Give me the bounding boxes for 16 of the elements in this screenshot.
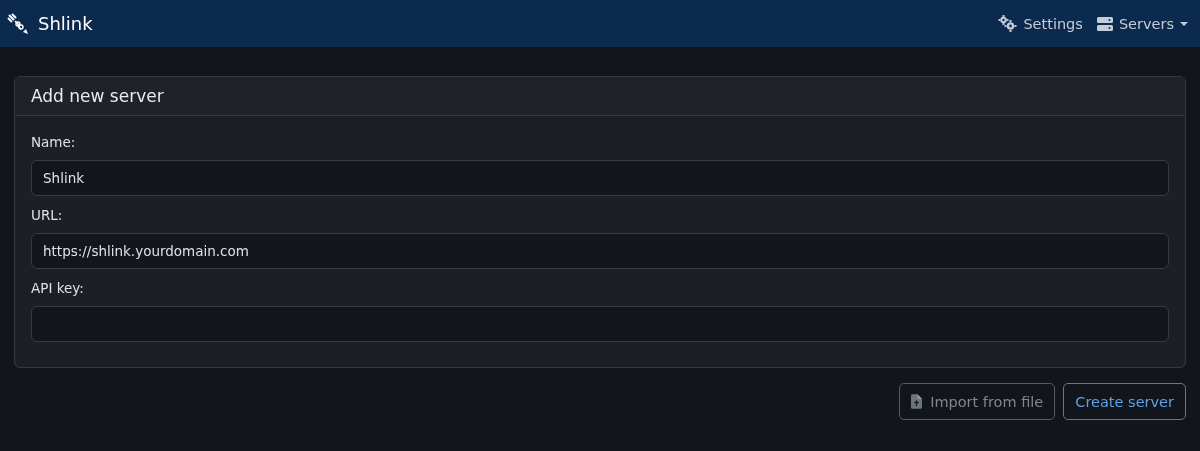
input-field[interactable]	[31, 306, 1169, 342]
input-field[interactable]: https://shlink.yourdomain.com	[31, 233, 1169, 269]
create-button[interactable]: Create server	[1063, 383, 1186, 420]
server-icon	[1096, 15, 1113, 32]
brand-link[interactable]: Shlink	[6, 11, 93, 36]
field-label: Name:	[31, 134, 77, 150]
import-button[interactable]: Import from file	[899, 383, 1056, 420]
input-field[interactable]: Shlink	[31, 160, 1169, 196]
card-title: Add new server	[31, 85, 165, 107]
file-upload-icon	[911, 394, 923, 409]
gears-icon	[998, 15, 1018, 32]
field-label: URL:	[31, 207, 64, 223]
field-label: API key:	[31, 280, 85, 296]
servers-menu[interactable]: Servers	[1096, 15, 1188, 32]
settings-link[interactable]: Settings	[998, 15, 1083, 32]
link-icon	[6, 11, 30, 36]
